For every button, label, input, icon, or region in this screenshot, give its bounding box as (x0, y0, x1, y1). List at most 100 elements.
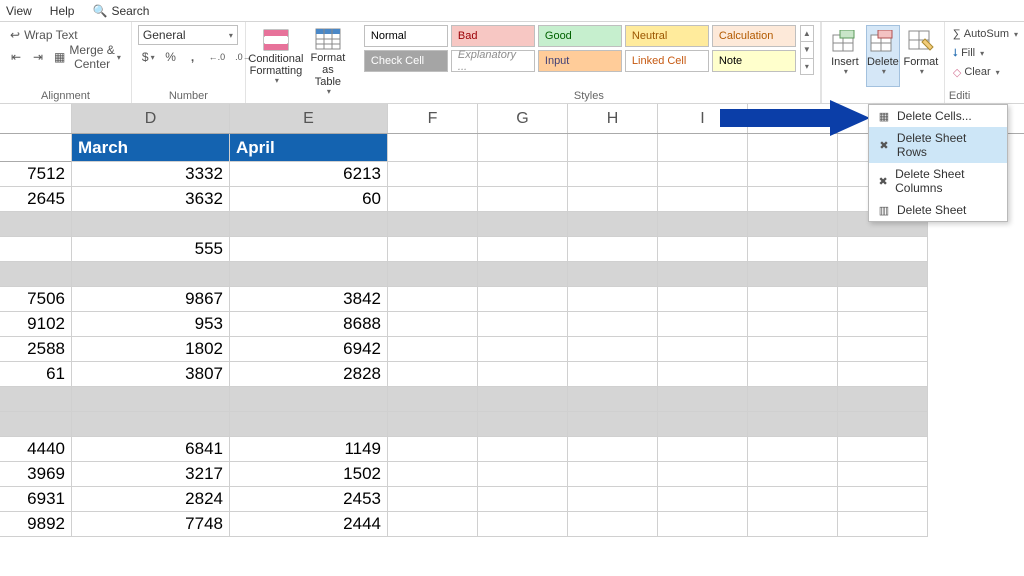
cell-empty[interactable] (478, 187, 568, 212)
clear-button[interactable]: ◇ Clear ▾ (953, 63, 1018, 81)
cell-empty[interactable] (658, 134, 748, 162)
cell-empty[interactable] (658, 462, 748, 487)
cell-empty[interactable] (478, 312, 568, 337)
column-header-F[interactable]: F (388, 104, 478, 133)
cell-empty[interactable] (568, 187, 658, 212)
cell-empty[interactable] (838, 262, 928, 287)
cell-empty[interactable] (478, 337, 568, 362)
menu-view[interactable]: View (6, 4, 32, 18)
cell-empty[interactable] (478, 387, 568, 412)
cell-empty[interactable] (748, 487, 838, 512)
cell[interactable]: 9892 (0, 512, 72, 537)
table-row[interactable]: 750698673842 (0, 287, 1024, 312)
cell-empty[interactable] (838, 412, 928, 437)
cell[interactable] (0, 387, 72, 412)
cell-empty[interactable] (568, 362, 658, 387)
delete-menu-delete-cells-[interactable]: ▦Delete Cells... (869, 105, 1007, 127)
cell-empty[interactable] (748, 437, 838, 462)
cell[interactable]: 7512 (0, 162, 72, 187)
fill-button[interactable]: ⭣ Fill ▾ (953, 44, 1018, 62)
header-cell[interactable] (0, 134, 72, 162)
table-row[interactable] (0, 412, 1024, 437)
column-header-E[interactable]: E (230, 104, 388, 133)
cell-empty[interactable] (838, 387, 928, 412)
table-row[interactable] (0, 387, 1024, 412)
cell[interactable] (230, 237, 388, 262)
cell[interactable] (0, 262, 72, 287)
column-header-H[interactable]: H (568, 104, 658, 133)
delete-menu-delete-sheet-rows[interactable]: ✖Delete Sheet Rows (869, 127, 1007, 163)
cell[interactable]: 9867 (72, 287, 230, 312)
wrap-text-button[interactable]: ↩ Wrap Text (6, 25, 82, 45)
cell-empty[interactable] (658, 412, 748, 437)
cell[interactable]: 3632 (72, 187, 230, 212)
cell-empty[interactable] (478, 487, 568, 512)
cell-empty[interactable] (478, 162, 568, 187)
cell-empty[interactable] (748, 362, 838, 387)
table-row[interactable]: 91029538688 (0, 312, 1024, 337)
cell-empty[interactable] (568, 134, 658, 162)
cell[interactable]: 2588 (0, 337, 72, 362)
cell-empty[interactable] (658, 262, 748, 287)
cell[interactable] (230, 212, 388, 237)
cell[interactable]: 6931 (0, 487, 72, 512)
cell[interactable]: 2645 (0, 187, 72, 212)
cell[interactable]: 2824 (72, 487, 230, 512)
table-row[interactable]: 989277482444 (0, 512, 1024, 537)
autosum-button[interactable]: ∑ AutoSum ▾ (953, 25, 1018, 43)
cell-empty[interactable] (658, 237, 748, 262)
cell-empty[interactable] (658, 212, 748, 237)
cell[interactable] (72, 387, 230, 412)
cell[interactable]: 2444 (230, 512, 388, 537)
cell[interactable]: 3332 (72, 162, 230, 187)
percent-button[interactable]: % (161, 47, 181, 67)
cell-empty[interactable] (388, 187, 478, 212)
cell[interactable]: 61 (0, 362, 72, 387)
cell-empty[interactable] (388, 362, 478, 387)
cell-empty[interactable] (658, 437, 748, 462)
cell-style-note[interactable]: Note (712, 50, 796, 72)
cell-empty[interactable] (568, 212, 658, 237)
cell[interactable] (0, 212, 72, 237)
cell-empty[interactable] (478, 462, 568, 487)
cell-empty[interactable] (658, 162, 748, 187)
cell-style-check-cell[interactable]: Check Cell (364, 50, 448, 72)
cell-empty[interactable] (838, 337, 928, 362)
cell-empty[interactable] (568, 312, 658, 337)
comma-button[interactable]: , (183, 47, 203, 67)
cell-empty[interactable] (748, 287, 838, 312)
cell-empty[interactable] (478, 437, 568, 462)
cell-empty[interactable] (388, 512, 478, 537)
cell[interactable]: 9102 (0, 312, 72, 337)
cell-empty[interactable] (388, 337, 478, 362)
cell-style-calculation[interactable]: Calculation (712, 25, 796, 47)
cell-empty[interactable] (658, 312, 748, 337)
cell[interactable]: 7748 (72, 512, 230, 537)
cell-empty[interactable] (388, 162, 478, 187)
cell-empty[interactable] (388, 262, 478, 287)
cell[interactable]: 8688 (230, 312, 388, 337)
tell-me-search[interactable]: 🔍 Search (92, 4, 149, 18)
cell-empty[interactable] (748, 212, 838, 237)
cell-empty[interactable] (568, 387, 658, 412)
cell[interactable] (0, 237, 72, 262)
cell-empty[interactable] (568, 337, 658, 362)
cell[interactable]: 3807 (72, 362, 230, 387)
cell-empty[interactable] (658, 187, 748, 212)
indent-increase-button[interactable]: ⇥ (28, 47, 48, 67)
column-header-D[interactable]: D (72, 104, 230, 133)
delete-button[interactable]: Delete ▾ (866, 25, 900, 87)
cell-empty[interactable] (838, 312, 928, 337)
merge-center-button[interactable]: ▦ Merge & Center ▾ (50, 47, 125, 67)
cell-empty[interactable] (388, 134, 478, 162)
header-cell[interactable]: March (72, 134, 230, 162)
cell-empty[interactable] (478, 412, 568, 437)
cell-empty[interactable] (568, 487, 658, 512)
cell-style-bad[interactable]: Bad (451, 25, 535, 47)
cell-empty[interactable] (838, 287, 928, 312)
cell-empty[interactable] (658, 287, 748, 312)
cell[interactable]: 3842 (230, 287, 388, 312)
table-row[interactable]: 555 (0, 237, 1024, 262)
cell-empty[interactable] (748, 134, 838, 162)
cell-empty[interactable] (838, 437, 928, 462)
